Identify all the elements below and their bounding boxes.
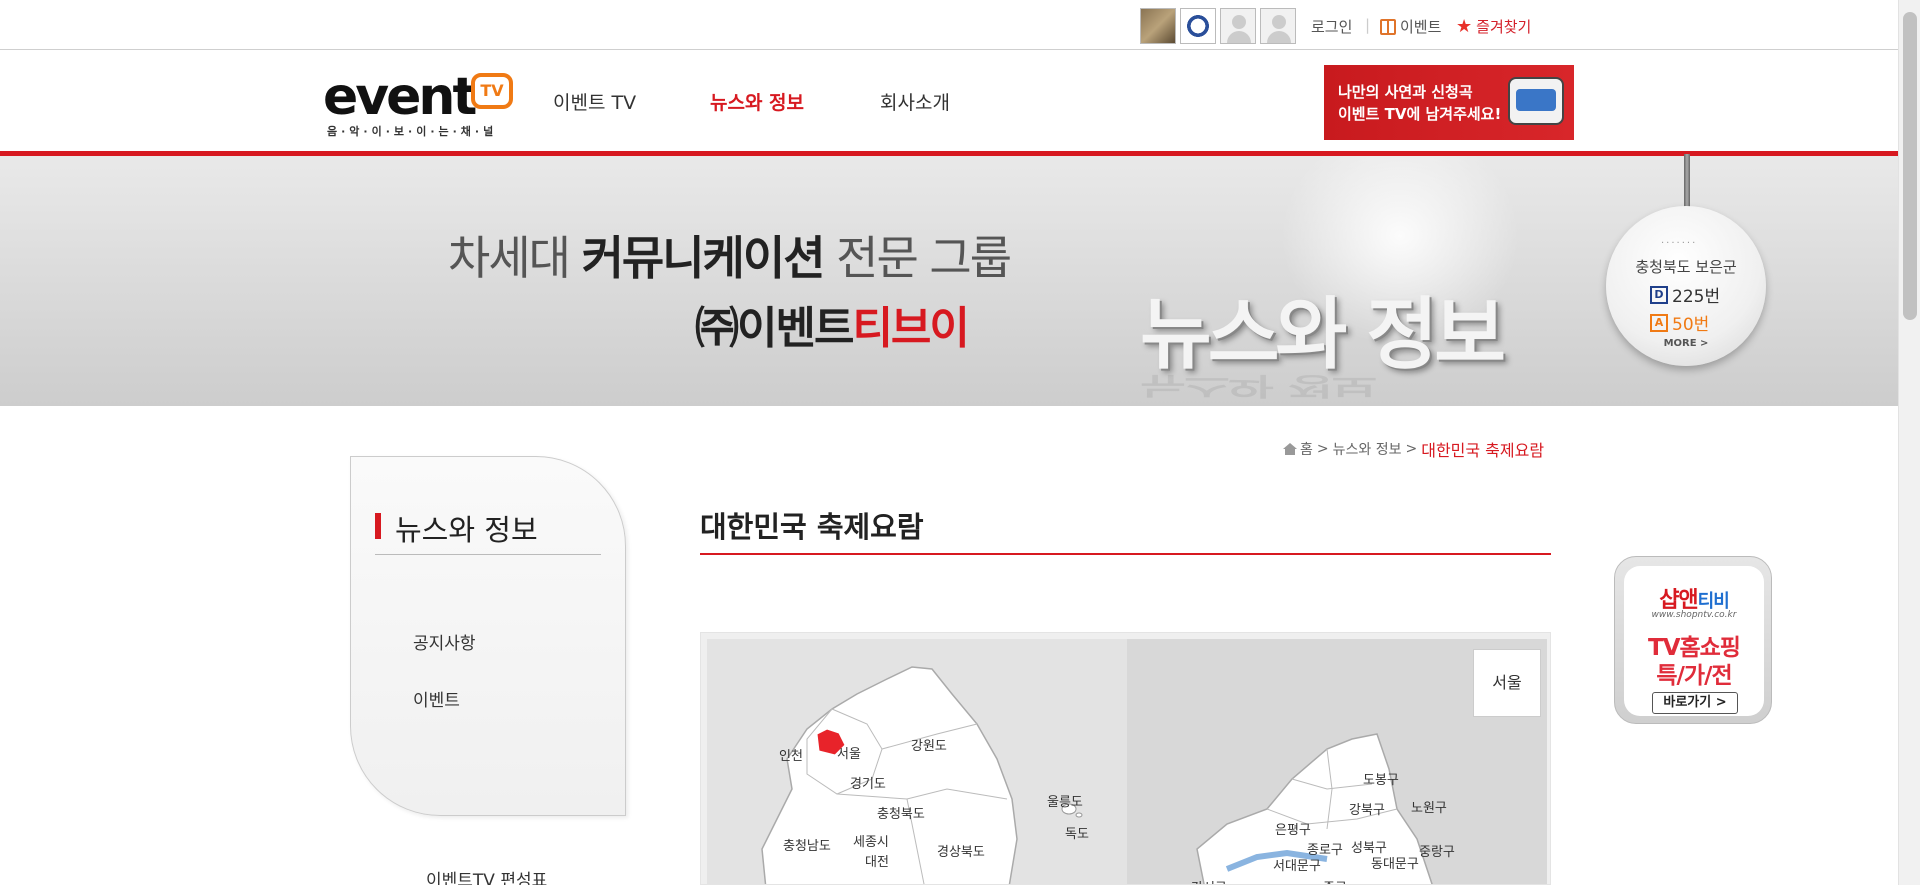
region-label-chungnam[interactable]: 충청남도 [783, 835, 831, 854]
district-label-dobong[interactable]: 도봉구 [1363, 769, 1399, 788]
nav-event-tv[interactable]: 이벤트 TV [553, 88, 636, 115]
logo-tagline: 음·악·이·보·이·는·채·널 [327, 125, 498, 138]
ad-url: www.shopntv.co.kr [1651, 610, 1737, 620]
decorative-dots: ······· [1661, 238, 1698, 249]
district-label-jungnang[interactable]: 중랑구 [1419, 841, 1455, 860]
sidebar: 뉴스와 정보 공지사항 이벤트 [350, 456, 626, 816]
logo-tv-icon: TV [471, 73, 513, 109]
chevron-right-icon: > [1405, 441, 1418, 457]
page-title: 대한민국 축제요람 [700, 510, 924, 544]
banner-slogan-2: ㈜이벤트티브이 [695, 303, 970, 354]
star-icon: ★ [1456, 15, 1473, 37]
channel-d-row: D 225번 [1650, 282, 1720, 307]
district-label-gangbuk[interactable]: 강북구 [1349, 799, 1385, 818]
thumbnail-avatar[interactable] [1260, 8, 1296, 44]
korea-map-shape [761, 666, 1083, 884]
channel-info-badge[interactable]: ······· 충청북도 보은군 D 225번 A 50번 MORE > [1606, 206, 1766, 366]
district-label-gangseo[interactable]: 강서구 [1191, 877, 1227, 884]
shopntv-ad[interactable]: 샵앤티비 www.shopntv.co.kr TV홈쇼핑 특/가/전 바로가기 … [1614, 556, 1772, 724]
breadcrumb-current: 대한민국 축제요람 [1421, 441, 1545, 460]
scrollbar-thumb[interactable] [1903, 12, 1917, 320]
region-label-daejeon[interactable]: 대전 [865, 851, 889, 870]
d-channel-number: 225번 [1672, 287, 1721, 307]
page-scrollbar[interactable] [1898, 0, 1920, 885]
thumbnail-avatar[interactable] [1220, 8, 1256, 44]
region-label-chungbuk[interactable]: 충청북도 [877, 803, 925, 822]
sidebar-divider [375, 554, 601, 555]
favorites-link-label: 즐겨찾기 [1476, 18, 1532, 36]
chevron-right-icon: > [1316, 441, 1329, 457]
district-label-nowon[interactable]: 노원구 [1411, 797, 1447, 816]
nav-news-info[interactable]: 뉴스와 정보 [710, 88, 804, 115]
tv-icon [1508, 77, 1564, 125]
breadcrumb-home[interactable]: 홈 [1300, 439, 1313, 459]
district-label-dongdaemun[interactable]: 동대문구 [1371, 853, 1419, 872]
event-link[interactable]: 이벤트 [1380, 16, 1441, 37]
district-label-seodaemun[interactable]: 서대문구 [1273, 855, 1321, 874]
region-label-sejong[interactable]: 세종시 [853, 831, 889, 850]
d-channel-icon: D [1650, 285, 1668, 304]
logo-wordmark: event [323, 67, 477, 127]
title-underline [700, 553, 1551, 555]
more-link: MORE > [1663, 338, 1709, 349]
banner-slogan-1: 차세대 커뮤니케이션 전문 그룹 [448, 231, 1012, 285]
breadcrumb: 홈 > 뉴스와 정보 > 대한민국 축제요람 [1283, 437, 1544, 461]
favorites-link[interactable]: ★ 즐겨찾기 [1456, 16, 1531, 37]
sidebar-title-accent [375, 513, 381, 539]
region-label-incheon[interactable]: 인천 [779, 745, 803, 764]
sidebar-item-events[interactable]: 이벤트 [413, 686, 460, 711]
district-label-eunpyeong[interactable]: 은평구 [1275, 819, 1311, 838]
region-label-gyeongbuk[interactable]: 경상북도 [937, 841, 985, 860]
channel-a-row: A 50번 [1650, 310, 1709, 335]
banner-section-title: 뉴스와 정보 [1140, 290, 1506, 380]
a-channel-number: 50번 [1672, 315, 1710, 335]
request-promo-banner[interactable]: 나만의 사연과 신청곡 이벤트 TV에 남겨주세요! [1324, 65, 1574, 140]
sidebar-title: 뉴스와 정보 [395, 513, 538, 547]
site-logo[interactable]: event TV 음·악·이·보·이·는·채·널 [323, 69, 513, 139]
region-label-gyeonggi[interactable]: 경기도 [850, 773, 886, 792]
channel-region: 충청북도 보은군 [1635, 258, 1737, 276]
thumbnail-emblem[interactable] [1180, 8, 1216, 44]
page: 로그인 | 이벤트 ★ 즐겨찾기 event TV 음·악·이·보·이·는·채·… [0, 0, 1920, 885]
breadcrumb-section[interactable]: 뉴스와 정보 [1333, 439, 1402, 459]
region-label-gangwon[interactable]: 강원도 [911, 735, 947, 754]
korea-map: 인천 서울 강원도 경기도 충청북도 울릉도 독도 충청남도 세종시 대전 경상… [707, 639, 1127, 884]
home-icon [1283, 443, 1297, 455]
festival-map: 인천 서울 강원도 경기도 충청북도 울릉도 독도 충청남도 세종시 대전 경상… [700, 632, 1551, 885]
top-utility-bar: 로그인 | 이벤트 ★ 즐겨찾기 [0, 0, 1898, 50]
ad-go-button[interactable]: 바로가기 > [1652, 692, 1738, 714]
nav-company[interactable]: 회사소개 [880, 88, 950, 115]
divider: | [1365, 16, 1371, 34]
promo-line-2: 이벤트 TV에 남겨주세요! [1338, 105, 1502, 123]
thumbnail-photo[interactable] [1140, 8, 1176, 44]
ad-panel: 샵앤티비 www.shopntv.co.kr TV홈쇼핑 특/가/전 바로가기 … [1624, 566, 1764, 716]
district-label-jung[interactable]: 중구 [1323, 877, 1347, 884]
event-link-label: 이벤트 [1400, 18, 1442, 36]
seoul-district-map: 서울 도봉구 강북구 노원구 은평구 종로구 성북구 중랑구 서대문구 동대문구… [1127, 639, 1547, 884]
banner-title-reflection: 뉴스와 정보 [1140, 371, 1376, 401]
region-label-ulleungdo[interactable]: 울릉도 [1047, 791, 1083, 810]
thumbnail-strip [1140, 8, 1296, 44]
a-channel-icon: A [1650, 313, 1668, 332]
region-label-seoul[interactable]: 서울 [837, 743, 861, 762]
promo-line-1: 나만의 사연과 신청곡 [1338, 83, 1473, 101]
site-header: event TV 음·악·이·보·이·는·채·널 이벤트 TV 뉴스와 정보 회… [0, 51, 1898, 151]
schedule-link[interactable]: 이벤트TV 편성표 [426, 866, 547, 885]
sidebar-item-notices[interactable]: 공지사항 [413, 629, 476, 654]
gift-icon [1380, 18, 1396, 35]
ad-headline-2: 특/가/전 [1656, 663, 1732, 689]
login-link[interactable]: 로그인 [1311, 16, 1352, 37]
region-label-dokdo[interactable]: 독도 [1065, 823, 1089, 842]
